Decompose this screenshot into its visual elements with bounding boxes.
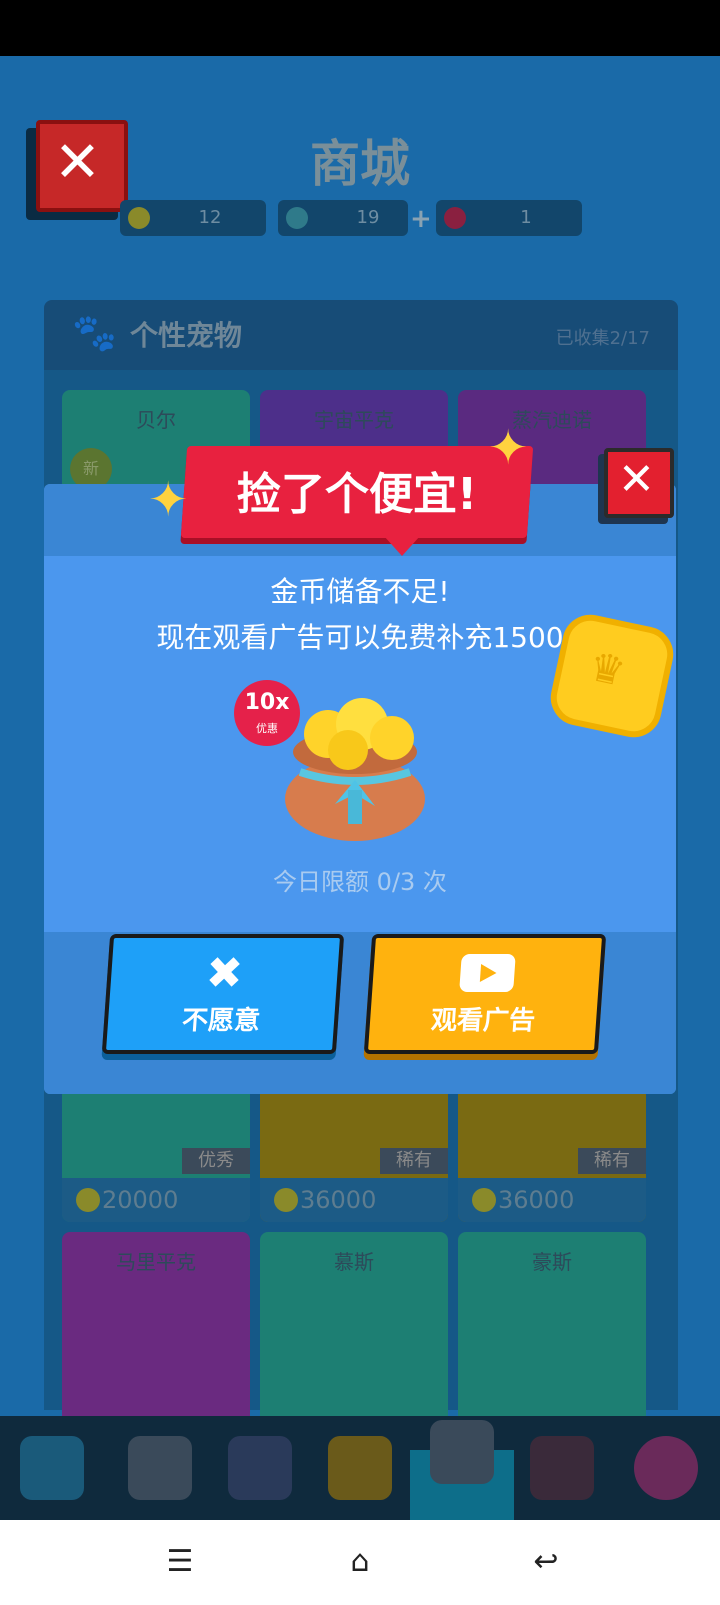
bonus-badge: 10x 优惠 (234, 680, 300, 746)
gem-counter: 19 (278, 200, 408, 236)
sparkle-icon: ✦ (148, 472, 189, 528)
message-line-1: 金币储备不足! (270, 575, 450, 608)
add-gems-button[interactable]: + (410, 204, 432, 234)
back-icon[interactable]: ↩ (516, 1542, 576, 1582)
pets-section-header: 🐾 个性宠物 已收集2/17 (44, 300, 678, 370)
lotus-nav-icon[interactable] (634, 1436, 698, 1500)
coin-icon (76, 1188, 100, 1212)
video-camera-icon (459, 954, 516, 992)
home-icon[interactable]: ⌂ (330, 1542, 390, 1582)
coin-icon (274, 1188, 298, 1212)
star-nav-icon[interactable] (128, 1436, 192, 1500)
rarity-badge: 稀有 (380, 1148, 448, 1174)
close-icon: ✕ (618, 454, 655, 505)
store-close-button[interactable]: ✕ (36, 120, 128, 212)
coin-icon (472, 1188, 496, 1212)
coin-icon (128, 207, 150, 229)
close-icon: ✖ (204, 948, 245, 999)
decline-button[interactable]: ✖ 不愿意 (101, 934, 345, 1054)
camera-nav-icon[interactable] (20, 1436, 84, 1500)
sparkle-icon: ✦ (488, 420, 529, 476)
pet-nav-icon[interactable] (430, 1420, 494, 1484)
system-nav-bar: ☰ ⌂ ↩ (0, 1520, 720, 1605)
stamp-nav-icon[interactable] (530, 1436, 594, 1500)
daily-limit: 今日限额 0/3 次 (273, 868, 447, 896)
section-title: 个性宠物 (130, 319, 243, 352)
chat-nav-icon[interactable] (328, 1436, 392, 1500)
rarity-badge: 优秀 (182, 1148, 250, 1174)
pet-icon: 🐾 (72, 313, 117, 354)
rarity-badge: 稀有 (578, 1148, 646, 1174)
dialog-title: 捡了个便宜! (236, 469, 478, 520)
coin-counter: 12 (120, 200, 266, 236)
close-icon: ✕ (54, 130, 101, 195)
watch-ad-button[interactable]: 观看广告 (363, 934, 607, 1054)
menu-icon[interactable]: ☰ (150, 1542, 210, 1582)
collected-count: 已收集2/17 (555, 328, 650, 349)
page-title: 商城 (310, 135, 410, 193)
crown-icon: ♛ (584, 643, 630, 697)
tv-nav-icon[interactable] (228, 1436, 292, 1500)
ad-offer-dialog: 捡了个便宜! ✦ ✦ ✕ 金币储备不足! 现在观看广告可以免费补充1500 ♛ … (44, 420, 679, 1094)
ticket-icon (444, 207, 466, 229)
dialog-close-button[interactable]: ✕ (604, 448, 674, 518)
gem-icon (286, 207, 308, 229)
status-bar (0, 0, 720, 56)
ticket-counter: 1 (436, 200, 582, 236)
